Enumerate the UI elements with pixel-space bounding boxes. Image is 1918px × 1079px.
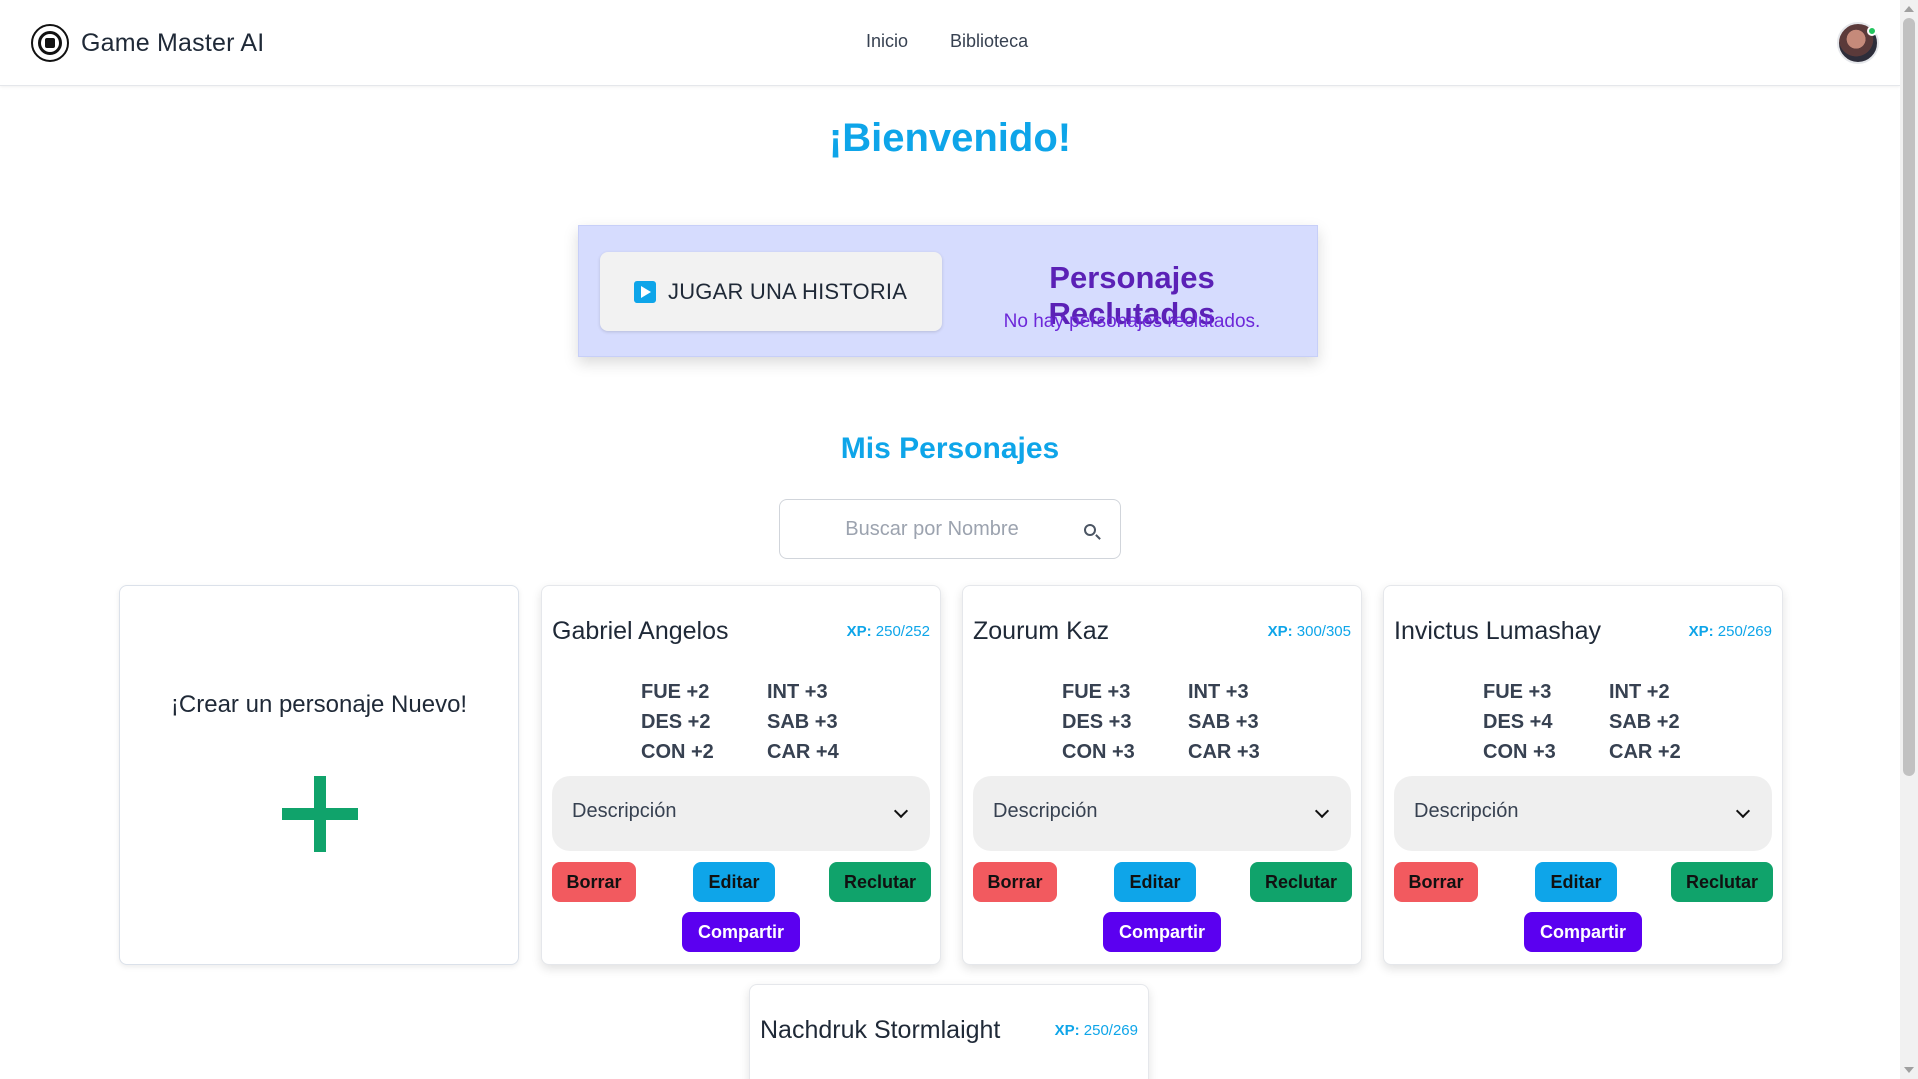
app-title: Game Master AI xyxy=(81,28,265,57)
stat-sab: SAB +3 xyxy=(1188,711,1259,733)
description-accordion[interactable]: Descripción xyxy=(552,776,930,851)
nav-link-inicio[interactable]: Inicio xyxy=(866,31,908,52)
character-xp: XP: 300/305 xyxy=(1267,623,1351,640)
description-label: Descripción xyxy=(1414,800,1519,822)
chevron-down-icon xyxy=(893,803,909,819)
brand[interactable]: Game Master AI xyxy=(31,24,264,62)
stat-des: DES +4 xyxy=(1483,711,1553,733)
stat-sab: SAB +3 xyxy=(767,711,838,733)
stat-con: CON +3 xyxy=(1062,741,1135,763)
stat-des: DES +2 xyxy=(641,711,711,733)
scroll-up-arrow-icon[interactable] xyxy=(1904,6,1914,12)
delete-button[interactable]: Borrar xyxy=(973,862,1057,902)
character-stats: FUE +3 INT +3 DES +3 SAB +3 CON +3 CAR +… xyxy=(1062,679,1288,765)
edit-button[interactable]: Editar xyxy=(1535,862,1617,902)
scrollbar-thumb[interactable] xyxy=(1903,18,1915,776)
character-name: Invictus Lumashay xyxy=(1394,617,1602,645)
character-card: Zourum Kaz XP: 300/305 FUE +3 INT +3 DES… xyxy=(962,585,1362,965)
character-name: Nachdruk Stormlaight xyxy=(760,1016,1001,1044)
description-accordion[interactable]: Descripción xyxy=(1394,776,1772,851)
stat-fue: FUE +2 xyxy=(641,681,710,703)
create-character-card[interactable]: ¡Crear un personaje Nuevo! xyxy=(119,585,519,965)
page-scrollbar[interactable] xyxy=(1900,0,1918,1079)
recruit-button[interactable]: Reclutar xyxy=(1250,862,1352,902)
recruited-characters-empty-text: No hay personajes reclutados. xyxy=(1003,311,1261,332)
character-xp: XP: 250/269 xyxy=(1054,1022,1138,1039)
stat-car: CAR +2 xyxy=(1609,741,1681,763)
edit-button[interactable]: Editar xyxy=(693,862,775,902)
share-button[interactable]: Compartir xyxy=(682,912,800,952)
chevron-down-icon xyxy=(1735,803,1751,819)
stat-con: CON +2 xyxy=(641,741,714,763)
search-icon[interactable] xyxy=(1084,524,1096,536)
delete-button[interactable]: Borrar xyxy=(552,862,636,902)
share-button[interactable]: Compartir xyxy=(1524,912,1642,952)
description-label: Descripción xyxy=(572,800,677,822)
stat-int: INT +3 xyxy=(1188,681,1249,703)
character-stats: FUE +3 INT +2 DES +4 SAB +2 CON +3 CAR +… xyxy=(1483,679,1709,765)
character-card: Invictus Lumashay XP: 250/269 FUE +3 INT… xyxy=(1383,585,1783,965)
play-story-button[interactable]: JUGAR UNA HISTORIA xyxy=(600,252,942,331)
welcome-heading: ¡Bienvenido! xyxy=(828,116,1072,160)
delete-button[interactable]: Borrar xyxy=(1394,862,1478,902)
hero-panel: JUGAR UNA HISTORIA Personajes Reclutados… xyxy=(578,225,1318,357)
stat-car: CAR +3 xyxy=(1188,741,1260,763)
character-name: Gabriel Angelos xyxy=(552,617,729,645)
stat-int: INT +3 xyxy=(767,681,828,703)
user-avatar[interactable] xyxy=(1837,22,1879,64)
top-navbar: Game Master AI Inicio Biblioteca xyxy=(0,0,1900,86)
share-button[interactable]: Compartir xyxy=(1103,912,1221,952)
stat-con: CON +3 xyxy=(1483,741,1556,763)
stat-fue: FUE +3 xyxy=(1483,681,1552,703)
recruit-button[interactable]: Reclutar xyxy=(1671,862,1773,902)
nav-link-biblioteca[interactable]: Biblioteca xyxy=(950,31,1028,52)
online-status-icon xyxy=(1867,26,1877,36)
stat-sab: SAB +2 xyxy=(1609,711,1680,733)
stat-fue: FUE +3 xyxy=(1062,681,1131,703)
description-accordion[interactable]: Descripción xyxy=(973,776,1351,851)
description-label: Descripción xyxy=(993,800,1098,822)
character-stats: FUE +2 INT +3 DES +2 SAB +3 CON +2 CAR +… xyxy=(641,679,867,765)
stat-int: INT +2 xyxy=(1609,681,1670,703)
chevron-down-icon xyxy=(1314,803,1330,819)
character-xp: XP: 250/269 xyxy=(1688,623,1772,640)
stat-car: CAR +4 xyxy=(767,741,839,763)
character-xp: XP: 250/252 xyxy=(846,623,930,640)
character-card: Nachdruk Stormlaight XP: 250/269 xyxy=(749,984,1149,1079)
nav-links: Inicio Biblioteca xyxy=(866,31,1028,52)
create-character-label: ¡Crear un personaje Nuevo! xyxy=(170,691,468,718)
search-box xyxy=(779,499,1121,559)
character-name: Zourum Kaz xyxy=(973,617,1110,645)
my-characters-heading: Mis Personajes xyxy=(840,432,1060,465)
recruit-button[interactable]: Reclutar xyxy=(829,862,931,902)
play-icon xyxy=(634,280,656,303)
search-input[interactable] xyxy=(802,512,1062,546)
scroll-down-arrow-icon[interactable] xyxy=(1904,1067,1914,1073)
character-card: Gabriel Angelos XP: 250/252 FUE +2 INT +… xyxy=(541,585,941,965)
edit-button[interactable]: Editar xyxy=(1114,862,1196,902)
play-story-label: JUGAR UNA HISTORIA xyxy=(668,278,908,304)
stat-des: DES +3 xyxy=(1062,711,1132,733)
dice-logo-icon xyxy=(31,24,69,62)
